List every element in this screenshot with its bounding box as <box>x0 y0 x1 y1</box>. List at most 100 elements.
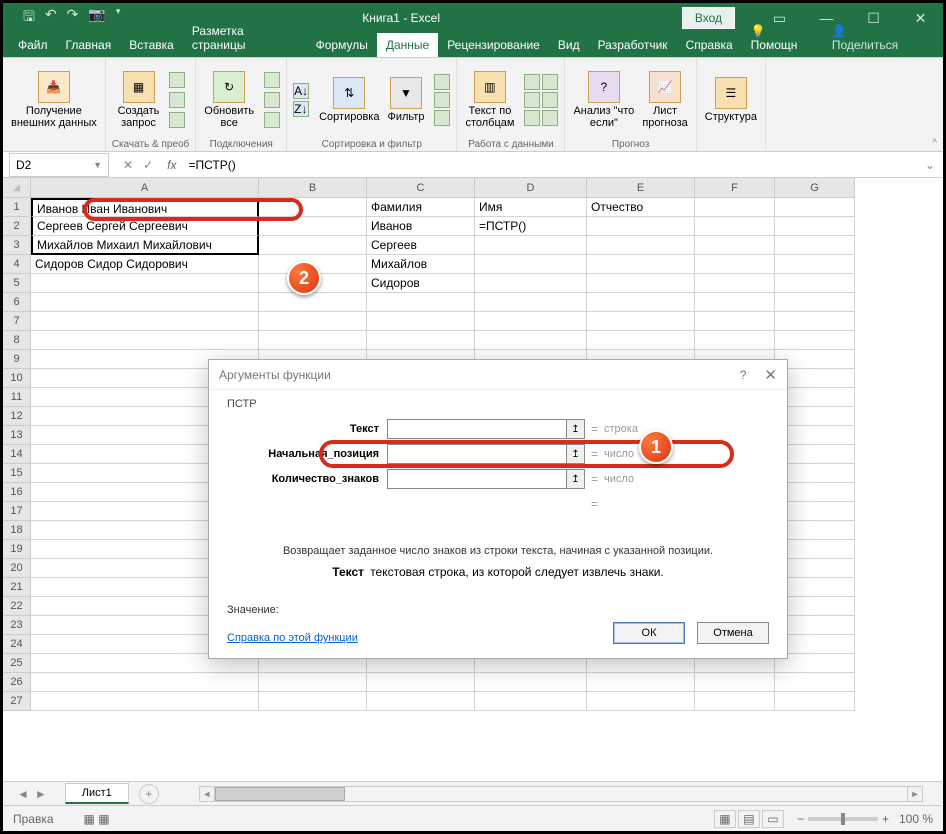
tab-formulas[interactable]: Формулы <box>307 33 377 57</box>
cell-b27[interactable] <box>259 692 367 711</box>
relationships-icon[interactable] <box>542 92 558 108</box>
enter-formula-icon[interactable]: ✓ <box>143 158 153 172</box>
cell-f27[interactable] <box>695 692 775 711</box>
function-help-link[interactable]: Справка по этой функции <box>227 632 358 644</box>
row-header[interactable]: 22 <box>3 597 31 616</box>
tab-file[interactable]: Файл <box>9 33 57 57</box>
tab-view[interactable]: Вид <box>549 33 589 57</box>
cell-c1[interactable]: Фамилия <box>367 198 475 217</box>
formula-input[interactable]: =ПСТР() <box>182 156 916 174</box>
cell-g26[interactable] <box>775 673 855 692</box>
row-header[interactable]: 12 <box>3 407 31 426</box>
cell-a1[interactable]: Иванов Иван Иванович <box>31 198 259 217</box>
data-validation-icon[interactable] <box>524 110 540 126</box>
col-header-e[interactable]: E <box>587 178 695 198</box>
cell-g6[interactable] <box>775 293 855 312</box>
cell-e4[interactable] <box>587 255 695 274</box>
tab-help[interactable]: Справка <box>677 33 742 57</box>
row-header[interactable]: 16 <box>3 483 31 502</box>
row-header[interactable]: 2 <box>3 217 31 236</box>
row-header[interactable]: 5 <box>3 274 31 293</box>
row-header[interactable]: 13 <box>3 426 31 445</box>
cell-c7[interactable] <box>367 312 475 331</box>
cell-b26[interactable] <box>259 673 367 692</box>
redo-icon[interactable]: ↷ <box>67 6 79 30</box>
filter-button[interactable]: ▼Фильтр <box>385 75 426 125</box>
cell-c5[interactable]: Сидоров <box>367 274 475 293</box>
row-header[interactable]: 4 <box>3 255 31 274</box>
row-header[interactable]: 21 <box>3 578 31 597</box>
cell-g4[interactable] <box>775 255 855 274</box>
zoom-out-icon[interactable]: − <box>797 812 804 826</box>
cell-c26[interactable] <box>367 673 475 692</box>
save-icon[interactable]: 🖫 <box>23 6 35 30</box>
cell-f4[interactable] <box>695 255 775 274</box>
col-header-d[interactable]: D <box>475 178 587 198</box>
chevron-down-icon[interactable]: ▼ <box>93 160 102 170</box>
share-button[interactable]: 👤 Поделиться <box>823 19 923 57</box>
cancel-formula-icon[interactable]: ✕ <box>123 158 133 172</box>
row-header[interactable]: 26 <box>3 673 31 692</box>
sort-az-icon[interactable]: A↓ <box>293 83 309 99</box>
sort-button[interactable]: ⇅Сортировка <box>317 75 381 125</box>
name-box[interactable]: D2▼ <box>9 153 109 177</box>
show-queries-icon[interactable] <box>169 72 185 88</box>
row-header[interactable]: 1 <box>3 198 31 217</box>
sort-za-icon[interactable]: Z↓ <box>293 101 309 117</box>
tab-insert[interactable]: Вставка <box>120 33 183 57</box>
cell-a2[interactable]: Сергеев Сергей Сергеевич <box>31 217 259 236</box>
cell-f7[interactable] <box>695 312 775 331</box>
col-header-a[interactable]: A <box>31 178 259 198</box>
horizontal-scrollbar[interactable]: ◄ ► <box>199 786 923 802</box>
col-header-b[interactable]: B <box>259 178 367 198</box>
row-header[interactable]: 17 <box>3 502 31 521</box>
dialog-close-icon[interactable]: ✕ <box>764 366 777 384</box>
tell-me[interactable]: 💡 Помощн <box>742 19 823 57</box>
cell-g27[interactable] <box>775 692 855 711</box>
arg-input-start[interactable] <box>387 444 567 464</box>
row-header[interactable]: 7 <box>3 312 31 331</box>
view-normal-icon[interactable]: ▦ <box>714 810 736 828</box>
recent-sources-icon[interactable] <box>169 112 185 128</box>
cell-a8[interactable] <box>31 331 259 350</box>
cell-a27[interactable] <box>31 692 259 711</box>
cell-d3[interactable] <box>475 236 587 255</box>
cell-g5[interactable] <box>775 274 855 293</box>
col-header-f[interactable]: F <box>695 178 775 198</box>
cell-e8[interactable] <box>587 331 695 350</box>
row-header[interactable]: 15 <box>3 464 31 483</box>
properties-icon[interactable] <box>264 92 280 108</box>
collapse-ribbon-icon[interactable]: ^ <box>932 138 937 149</box>
cell-d4[interactable] <box>475 255 587 274</box>
row-header[interactable]: 18 <box>3 521 31 540</box>
cell-d27[interactable] <box>475 692 587 711</box>
cell-d2[interactable]: =ПСТР() <box>475 217 587 236</box>
cell-e26[interactable] <box>587 673 695 692</box>
cell-d5[interactable] <box>475 274 587 293</box>
cell-f8[interactable] <box>695 331 775 350</box>
zoom-in-icon[interactable]: + <box>882 812 889 826</box>
camera-icon[interactable]: 📷 <box>88 6 105 30</box>
cell-f2[interactable] <box>695 217 775 236</box>
cell-d7[interactable] <box>475 312 587 331</box>
cell-d8[interactable] <box>475 331 587 350</box>
scroll-thumb[interactable] <box>215 787 345 801</box>
view-layout-icon[interactable]: ▤ <box>738 810 760 828</box>
cancel-button[interactable]: Отмена <box>697 622 769 644</box>
cell-b1[interactable] <box>259 198 367 217</box>
sheet-tab-1[interactable]: Лист1 <box>65 783 129 804</box>
row-header[interactable]: 25 <box>3 654 31 673</box>
scroll-right-icon[interactable]: ► <box>907 786 923 802</box>
sheet-nav-prev-icon[interactable]: ◄ <box>17 787 29 801</box>
sheet-nav-next-icon[interactable]: ► <box>35 787 47 801</box>
row-header[interactable]: 19 <box>3 540 31 559</box>
scroll-left-icon[interactable]: ◄ <box>199 786 215 802</box>
cell-f1[interactable] <box>695 198 775 217</box>
row-header[interactable]: 10 <box>3 369 31 388</box>
add-sheet-button[interactable]: + <box>139 784 159 804</box>
cell-g2[interactable] <box>775 217 855 236</box>
whatif-button[interactable]: ?Анализ "что если" <box>571 69 636 131</box>
collapse-ref-icon[interactable]: ↥ <box>567 469 585 489</box>
cell-b6[interactable] <box>259 293 367 312</box>
cell-e27[interactable] <box>587 692 695 711</box>
